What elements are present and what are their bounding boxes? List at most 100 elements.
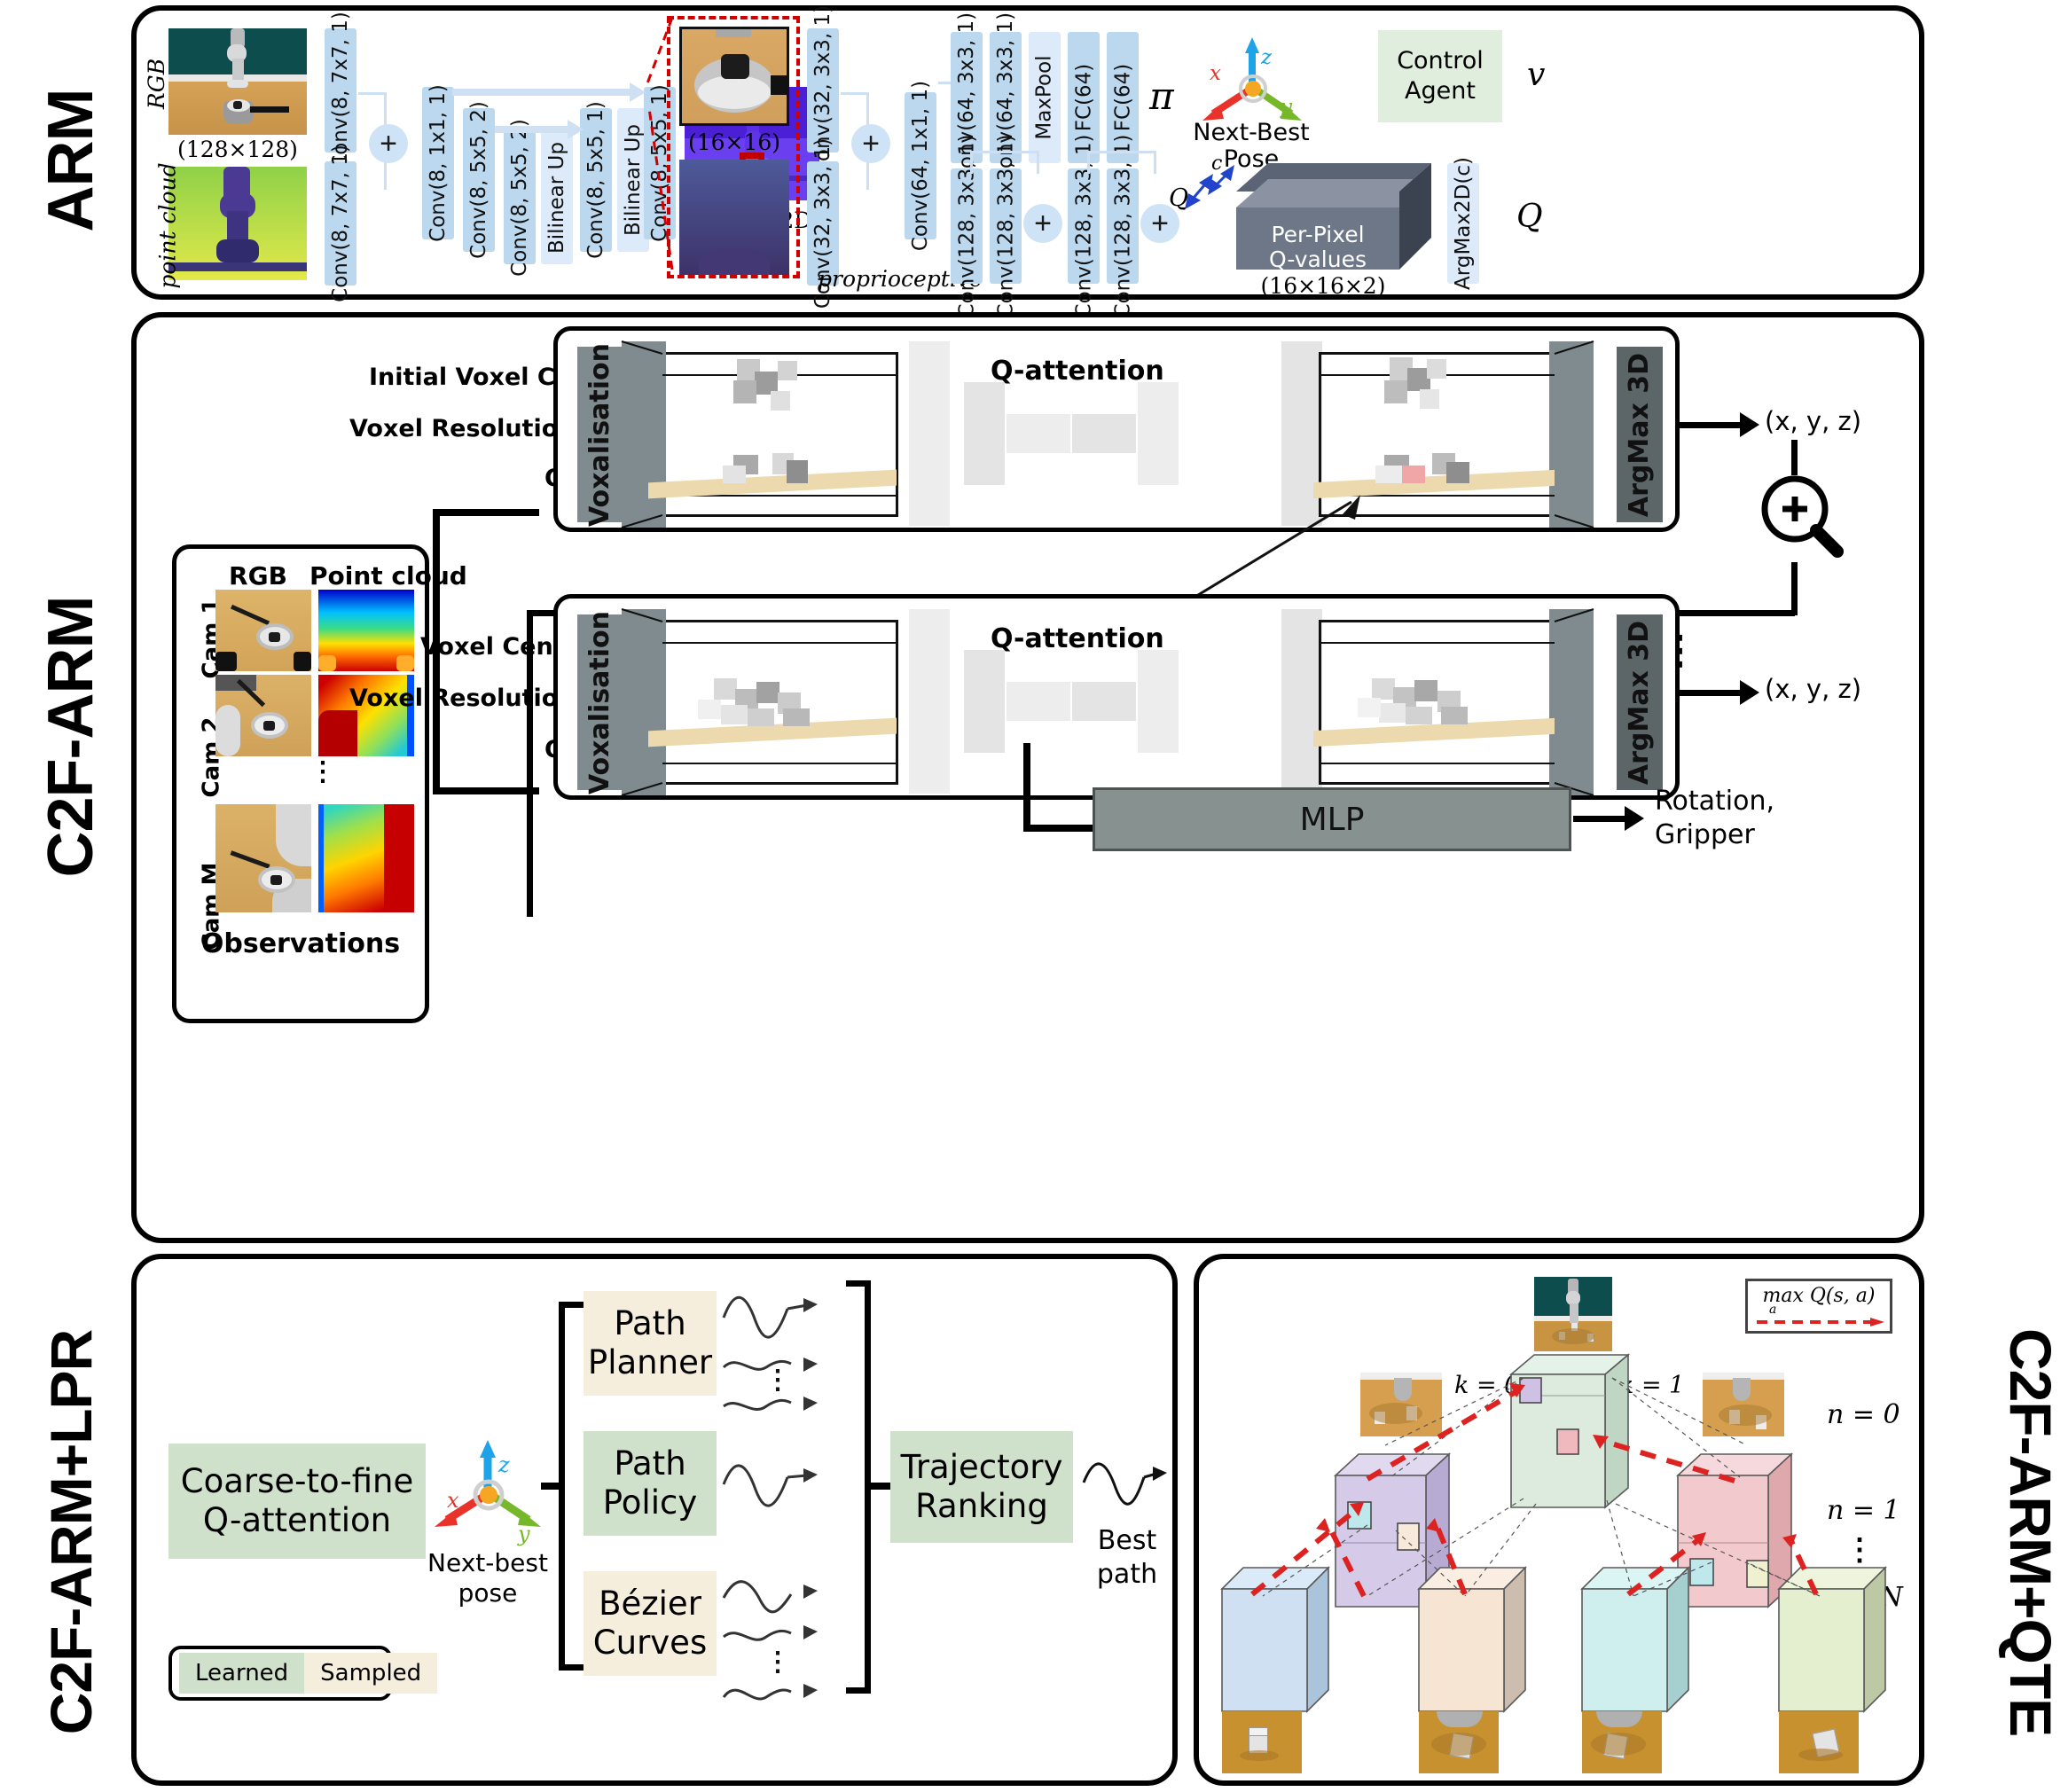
arm-unet-conv-2-label: Conv(8, 5x5, 2) [508, 119, 531, 277]
stageN-to-mlp-horizontal [1023, 825, 1098, 832]
arm-control-agent-line1: Control [1397, 47, 1484, 75]
stageN-qattention-label: Q-attention [991, 623, 1164, 654]
mlp-output-line1: Rotation, [1655, 786, 1774, 817]
arm-unet-bilinear-1-label: Bilinear Up [622, 124, 646, 236]
qte-n-label-0: n = 0 [1827, 1399, 1900, 1430]
qte-leaf-thumb-2 [1419, 1711, 1499, 1773]
stage0-voxalisation: Voxalisation [577, 342, 623, 527]
c2f-arm-lpr-panel: Coarse-to-fine Q-attention x y z Next-be… [131, 1254, 1178, 1786]
obs-rgb-cam1 [215, 590, 311, 671]
arm-add-node-2-label: + [862, 126, 880, 160]
obs-pointcloud-camM [318, 804, 414, 912]
arm-rgb-input-image [168, 28, 307, 135]
stage0-output-arrow [1680, 412, 1759, 437]
obs-rgb-cam2 [215, 675, 311, 756]
arm-critic-conv-2: Conv(128, 3x3, 1) [1068, 135, 1100, 317]
lpr-branch-0-line2: Planner [587, 1343, 713, 1381]
arm-v-symbol: v [1527, 57, 1546, 93]
obs-rgb-camM [215, 804, 311, 912]
lpr-ranking-line2: Ranking [915, 1487, 1048, 1525]
arm-unet-conv-0: Conv(8, 1x1, 1) [422, 84, 454, 242]
arm-unet-bilinear-0: Bilinear Up [541, 131, 573, 264]
lpr-branch-1-line2: Policy [602, 1483, 698, 1522]
arm-unet-conv-1: Conv(8, 5x5, 2) [463, 101, 495, 259]
zoom-in-icon [1761, 475, 1844, 558]
qte-k-label-0: k = 0 [1454, 1372, 1520, 1399]
arm-argmax2dc: ArgMax2D(c) [1447, 157, 1479, 290]
lpr-coarse-to-fine-qattention-box: Coarse-to-fine Q-attention [168, 1444, 426, 1559]
panel-label-arm: ARM [35, 89, 106, 232]
qte-cube-n1-right [1675, 1452, 1794, 1608]
mlp-box: MLP [1093, 787, 1571, 851]
stage0-qattention-label: Q-attention [991, 356, 1164, 387]
stage0-output-xyz: (x, y, z) [1765, 406, 1862, 436]
stageN-qattention-net: Q-attention [909, 609, 1326, 794]
lpr-pose-axes-gizmo [435, 1440, 541, 1527]
arm-fuse-conv-label: Conv(64, 1x1, 1) [909, 80, 933, 252]
lpr-branch-2-line2: Curves [592, 1624, 708, 1662]
observations-bus-stub-bottom [433, 787, 539, 794]
arm-crop-pointcloud-image [679, 160, 789, 275]
arm-unet-conv-3: Conv(8, 5x5, 1) [580, 101, 612, 259]
stage0-highest-value-voxel [1402, 466, 1425, 483]
stage0-input-voxel-grid [621, 340, 902, 528]
panel-label-c2f-arm: C2F-ARM [35, 596, 106, 878]
stage0-output-voxel-grid [1313, 340, 1594, 528]
lpr-next-best-pose-line1: Next-best [427, 1548, 548, 1577]
qte-leaf-thumb-4 [1779, 1711, 1859, 1773]
qte-cube-nN-1 [1220, 1566, 1330, 1713]
mlp-label: MLP [1299, 801, 1365, 838]
lpr-best-path-line1: Best [1097, 1525, 1157, 1556]
arm-pi-symbol: π [1149, 74, 1174, 118]
arm-skip-arrow-short [495, 120, 584, 139]
arm-unet-conv-3-label: Conv(8, 5x5, 1) [584, 101, 607, 259]
stageN-card: Voxalisation Q-attention ArgMax 3D [553, 594, 1680, 800]
qte-leaf-thumb-1 [1222, 1711, 1302, 1773]
lpr-axis-x-label: x [447, 1488, 459, 1513]
svg-text:⋮: ⋮ [764, 1366, 791, 1395]
arm-unet-conv-2: Conv(8, 5x5, 2) [504, 119, 536, 277]
qte-n-label-1: n = 1 [1827, 1495, 1900, 1526]
arm-q-cube-size: (16×16×2) [1260, 273, 1386, 299]
arm-actor-maxpool-label: MaxPool [1033, 55, 1057, 140]
obs-pointcloud-cam1 [318, 590, 414, 671]
lpr-best-path-squiggle [1082, 1462, 1167, 1506]
arm-control-agent-box: Control Agent [1378, 30, 1502, 122]
arm-critic-skip-2 [1087, 151, 1156, 174]
qte-cube-nN-2 [1417, 1566, 1527, 1713]
lpr-branch-2-line1: Bézier [599, 1584, 701, 1623]
stageN-output-arrow [1680, 680, 1759, 705]
obs-vertical-dots: ⋮ [309, 757, 336, 786]
arm-actor-fc-0-label: FC(64) [1072, 63, 1096, 132]
arm-panel: RGB (128×128) point cloud Conv(8, 7x7, 1… [131, 5, 1924, 317]
lpr-fanin-bracket-stem [867, 1483, 890, 1490]
arm-conv-pc-label: Conv(8, 7x7, 1) [329, 145, 352, 302]
lpr-branch-1-line1: Path [614, 1444, 686, 1483]
stageN-voxalisation-label: Voxalisation [584, 610, 616, 794]
arm-pointcloud-label: point cloud [154, 162, 181, 289]
arm-q-symbol: Q [1169, 184, 1189, 212]
lpr-axis-z-label: z [498, 1452, 510, 1477]
arm-conv-pc: Conv(8, 7x7, 1) [325, 145, 356, 302]
lpr-trajectory-squiggle-policy [722, 1464, 818, 1507]
qte-leaf-thumb-3 [1582, 1711, 1662, 1773]
arm-skip-arrow-long [452, 82, 646, 102]
arm-q-output-symbol: Q [1516, 199, 1543, 235]
lpr-trajectory-ranking-box: Trajectory Ranking [890, 1431, 1073, 1543]
arm-add-node-1: + [369, 124, 408, 163]
stageN-argmax3d-label: ArgMax 3D [1624, 620, 1656, 785]
arm-q-cube-label-line2: Q-values [1268, 246, 1367, 272]
arm-add-node-4-label: + [1151, 206, 1169, 240]
c2f-arm-qte-panel: max Q(s, a) a n = 0 n = 1 ⋮ n = N k = 0 … [1194, 1254, 1924, 1786]
c2f-arm-panel: RGB Point cloud Cam 1 Cam 2 Cam M ⋮ Obse… [131, 312, 1924, 1243]
lpr-trajectory-squiggles-bezier: ⋮ [722, 1580, 818, 1701]
arm-add-node-2: + [851, 124, 890, 163]
qte-cube-root [1508, 1353, 1631, 1509]
lpr-axis-y-label: y [518, 1522, 530, 1546]
lpr-branch-bezier-curves: Bézier Curves [584, 1571, 717, 1676]
stageN-output-xyz: (x, y, z) [1765, 674, 1862, 704]
arm-unet-bilinear-0-label: Bilinear Up [545, 142, 569, 254]
lpr-ranking-line1: Trajectory [900, 1447, 1063, 1486]
arm-q-cube-label-line1: Per-Pixel [1271, 222, 1365, 247]
arm-fuse-conv: Conv(64, 1x1, 1) [905, 81, 936, 251]
